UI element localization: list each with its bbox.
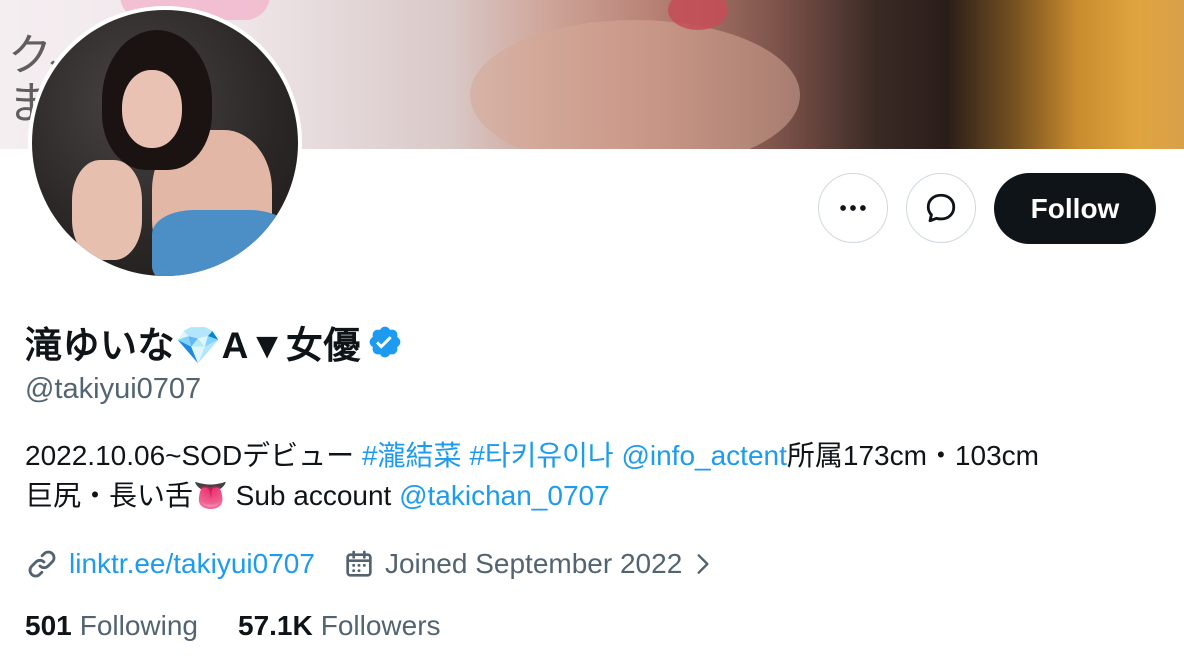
calendar-icon — [346, 550, 372, 577]
bio-text: 巨尻・長い舌👅 Sub account — [25, 480, 400, 511]
profile-avatar[interactable] — [28, 6, 302, 280]
avatar-photo-swimsuit — [152, 210, 292, 276]
mention-link[interactable]: @takichan_0707 — [399, 480, 610, 511]
followers-count[interactable]: 57.1K Followers — [238, 610, 441, 642]
bio-line-2: 巨尻・長い舌👅 Sub account @takichan_0707 — [25, 476, 1175, 516]
bio-text: 所属173cm・103cm — [786, 440, 1039, 471]
profile-meta: linktr.ee/takiyui0707 Joined September 2… — [25, 543, 716, 585]
followers-label: Followers — [320, 610, 441, 641]
more-horizontal-icon — [840, 205, 866, 211]
link-icon — [28, 550, 56, 578]
verified-badge-icon[interactable] — [367, 324, 403, 360]
profile-bio: 2022.10.06~SODデビュー #瀧結菜 #타키유이나 @info_act… — [25, 436, 1175, 516]
joined-date: Joined September 2022 — [384, 548, 683, 579]
more-options-button[interactable] — [818, 173, 888, 243]
hashtag-link[interactable]: #瀧結菜 — [362, 440, 462, 471]
bio-text: 2022.10.06~SODデビュー — [25, 440, 362, 471]
chevron-right-icon — [697, 554, 709, 574]
website-link[interactable]: linktr.ee/takiyui0707 — [69, 548, 315, 580]
follow-button[interactable]: Follow — [994, 173, 1156, 244]
followers-number: 57.1K — [238, 610, 313, 641]
profile-website: linktr.ee/takiyui0707 — [25, 547, 315, 581]
hashtag-link[interactable]: #타키유이나 — [469, 440, 613, 471]
mention-link[interactable]: @info_actent — [621, 440, 786, 471]
following-count[interactable]: 501 Following — [25, 610, 198, 642]
profile-handle: @takiyui0707 — [25, 373, 202, 405]
message-icon — [926, 193, 956, 223]
following-label: Following — [79, 610, 198, 641]
avatar-photo — [32, 10, 298, 276]
following-number: 501 — [25, 610, 72, 641]
banner-photo-skin — [470, 20, 800, 149]
profile-joined[interactable]: Joined September 2022 — [343, 548, 716, 580]
avatar-photo-face — [122, 70, 182, 148]
profile-name-row: 滝ゆいな💎A▼女優 — [25, 318, 403, 366]
display-name: 滝ゆいな💎A▼女優 — [25, 325, 361, 366]
avatar-photo-hand — [72, 160, 142, 260]
bio-line-1: 2022.10.06~SODデビュー #瀧結菜 #타키유이나 @info_act… — [25, 436, 1175, 476]
follow-counts: 501 Following 57.1K Followers — [25, 610, 441, 642]
message-button[interactable] — [906, 173, 976, 243]
